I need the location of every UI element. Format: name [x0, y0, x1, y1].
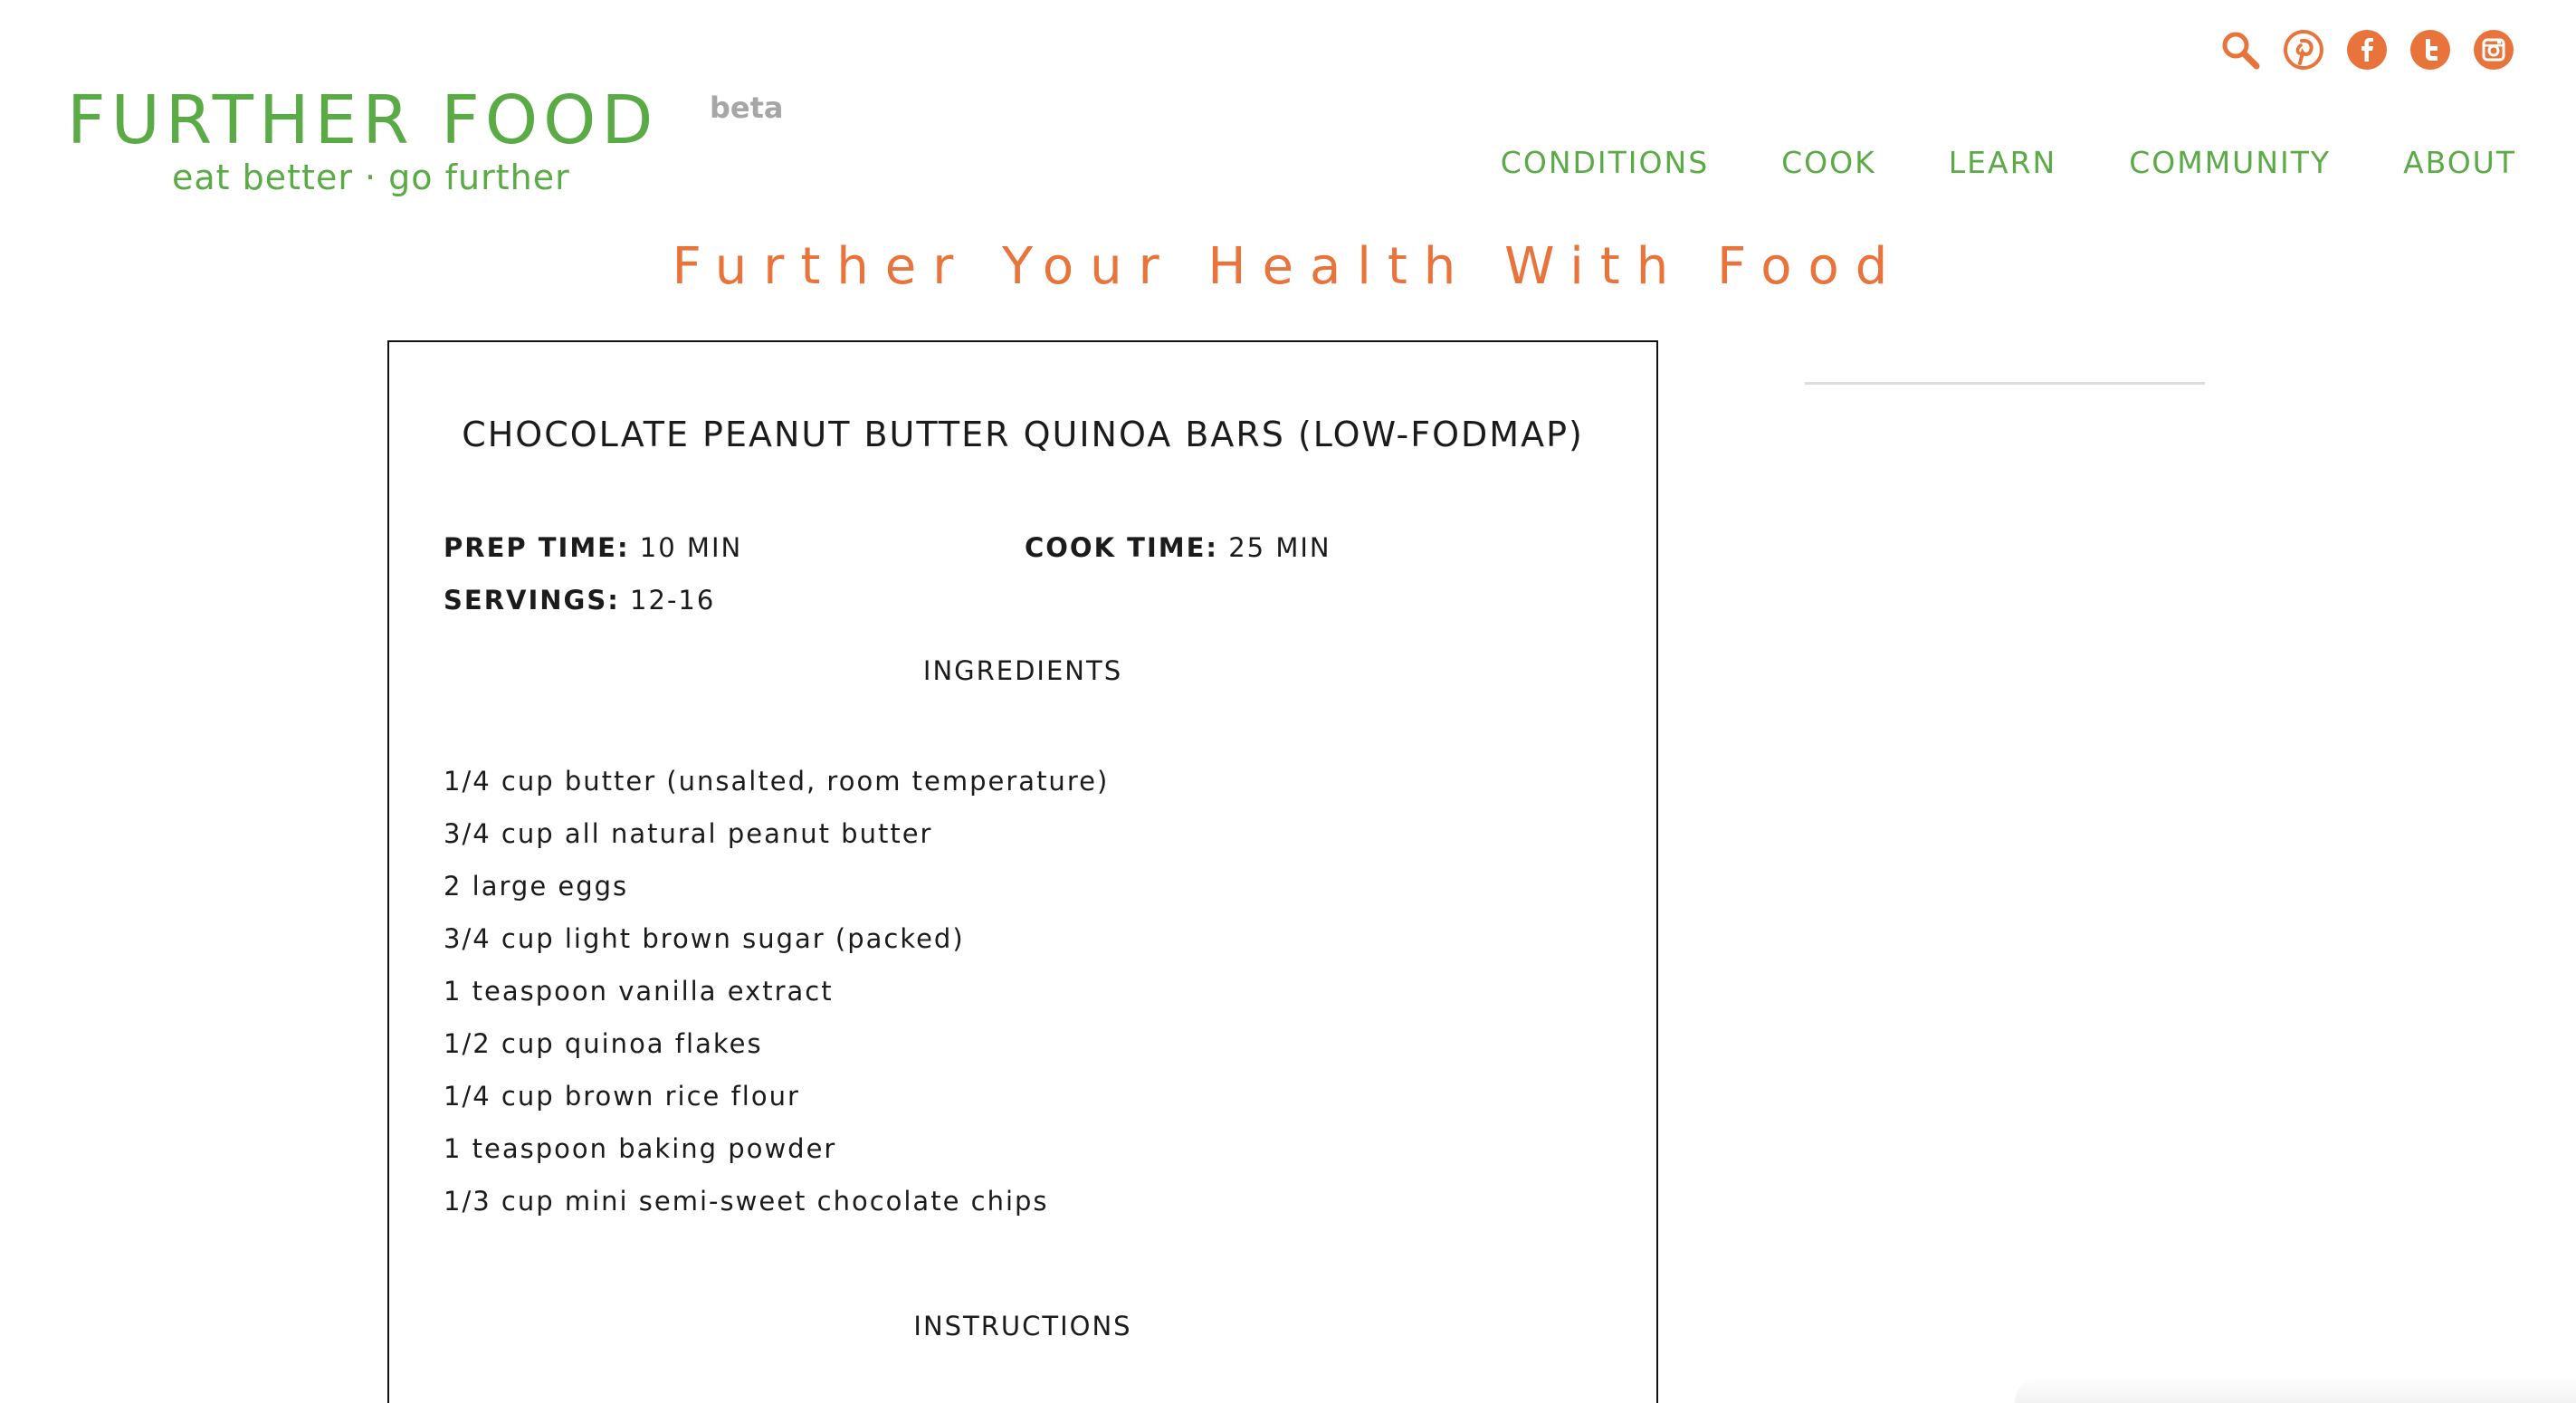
ingredient-item: 1/3 cup mini semi-sweet chocolate chips — [444, 1186, 1049, 1217]
site-logo[interactable]: FURTHER FOOD beta eat better · go furthe… — [67, 81, 784, 197]
recipe-card: CHOCOLATE PEANUT BUTTER QUINOA BARS (LOW… — [387, 340, 1658, 1403]
sidebar-divider — [1805, 382, 2205, 385]
ingredient-item: 1 teaspoon vanilla extract — [444, 976, 834, 1007]
prep-time: PREP TIME: 10 MIN — [444, 532, 742, 563]
logo-title: FURTHER FOOD — [67, 81, 659, 159]
search-icon[interactable] — [2219, 29, 2261, 71]
instructions-heading: INSTRUCTIONS — [913, 1311, 1132, 1341]
ingredient-item: 3/4 cup light brown sugar (packed) — [444, 923, 965, 954]
page: FURTHER FOOD beta eat better · go furthe… — [0, 0, 2576, 1403]
servings-value: 12-16 — [619, 585, 716, 616]
ingredient-item: 1/4 cup butter (unsalted, room temperatu… — [444, 766, 1110, 797]
nav-about[interactable]: ABOUT — [2403, 145, 2516, 180]
ingredient-item: 1/4 cup brown rice flour — [444, 1081, 800, 1112]
ingredient-item: 1/2 cup quinoa flakes — [444, 1028, 763, 1059]
corner-shadow — [2015, 1376, 2576, 1403]
recipe-title: CHOCOLATE PEANUT BUTTER QUINOA BARS (LOW… — [462, 415, 1584, 454]
main-nav: CONDITIONS COOK LEARN COMMUNITY ABOUT — [1501, 145, 2516, 180]
ingredients-list: 1/4 cup butter (unsalted, room temperatu… — [444, 755, 1109, 1227]
prep-time-value: 10 MIN — [629, 532, 743, 563]
cook-time-label: COOK TIME: — [1025, 532, 1218, 563]
social-links — [2219, 29, 2514, 71]
page-headline: Further Your Health With Food — [672, 237, 1904, 296]
nav-conditions[interactable]: CONDITIONS — [1501, 145, 1709, 180]
twitter-icon[interactable] — [2409, 29, 2451, 71]
nav-community[interactable]: COMMUNITY — [2129, 145, 2331, 180]
prep-time-label: PREP TIME: — [444, 532, 630, 563]
servings-label: SERVINGS: — [444, 585, 620, 616]
facebook-icon[interactable] — [2346, 29, 2388, 71]
cook-time: COOK TIME: 25 MIN — [1025, 532, 1331, 563]
logo-tagline: eat better · go further — [172, 157, 570, 197]
nav-cook[interactable]: COOK — [1781, 145, 1876, 180]
beta-badge: beta — [710, 91, 784, 125]
ingredient-item: 1 teaspoon baking powder — [444, 1133, 837, 1164]
nav-learn[interactable]: LEARN — [1949, 145, 2056, 180]
cook-time-value: 25 MIN — [1218, 532, 1331, 563]
pinterest-icon[interactable] — [2283, 29, 2324, 71]
ingredient-item: 3/4 cup all natural peanut butter — [444, 818, 933, 849]
ingredient-item: 2 large eggs — [444, 871, 629, 902]
instagram-icon[interactable] — [2473, 29, 2514, 71]
ingredients-heading: INGREDIENTS — [922, 655, 1123, 686]
servings: SERVINGS: 12-16 — [444, 585, 715, 616]
